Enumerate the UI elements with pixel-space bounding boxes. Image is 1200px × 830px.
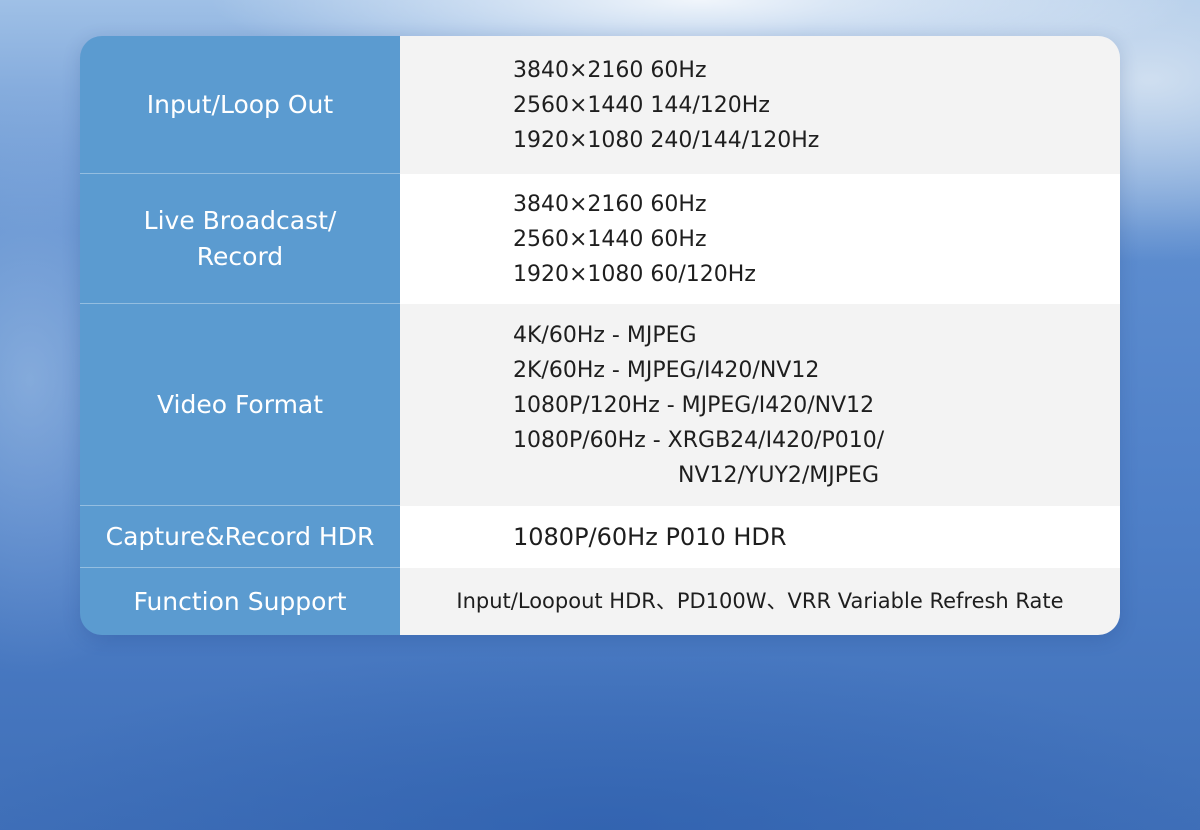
- live-broadcast-values: 3840×2160 60Hz 2560×1440 60Hz 1920×1080 …: [400, 174, 1120, 304]
- capture-hdr-label: Capture&Record HDR: [80, 506, 400, 568]
- live-broadcast-label-line1: Live Broadcast/: [143, 205, 337, 235]
- function-support-label: Function Support: [80, 568, 400, 635]
- video-format-label-text: Video Format: [156, 389, 324, 419]
- format-line: 1080P/60Hz - XRGB24/I420/P010/: [513, 427, 885, 453]
- format-line-continuation: NV12/YUY2/MJPEG: [678, 462, 879, 488]
- capture-hdr-label-text: Capture&Record HDR: [105, 521, 375, 551]
- format-line: 4K/60Hz - MJPEG: [513, 322, 697, 348]
- resolution-line: 3840×2160 60Hz: [513, 57, 707, 83]
- video-format-label: Video Format: [80, 304, 400, 506]
- resolution-line: 3840×2160 60Hz: [513, 191, 707, 217]
- resolution-line: 2560×1440 60Hz: [513, 226, 707, 252]
- resolution-line: 2560×1440 144/120Hz: [513, 92, 770, 118]
- input-loop-out-label: Input/Loop Out: [80, 36, 400, 174]
- function-support-label-text: Function Support: [133, 586, 347, 616]
- format-line: 2K/60Hz - MJPEG/I420/NV12: [513, 357, 820, 383]
- function-support-value: Input/Loopout HDR、PD100W、VRR Variable Re…: [456, 589, 1064, 613]
- resolution-line: 1920×1080 60/120Hz: [513, 261, 756, 287]
- capture-hdr-value-cell: 1080P/60Hz P010 HDR: [400, 506, 1120, 568]
- input-loop-out-values: 3840×2160 60Hz 2560×1440 144/120Hz 1920×…: [400, 36, 1120, 174]
- capture-hdr-value: 1080P/60Hz P010 HDR: [513, 522, 787, 551]
- resolution-line: 1920×1080 240/144/120Hz: [513, 127, 820, 153]
- live-broadcast-label-line2: Record: [196, 241, 284, 271]
- video-format-values: 4K/60Hz - MJPEG 2K/60Hz - MJPEG/I420/NV1…: [400, 304, 1120, 506]
- format-line: 1080P/120Hz - MJPEG/I420/NV12: [513, 392, 875, 418]
- input-loop-out-label-text: Input/Loop Out: [146, 89, 334, 119]
- specs-table: Input/Loop Out 3840×2160 60Hz 2560×1440 …: [80, 36, 1120, 635]
- live-broadcast-label: Live Broadcast/ Record: [80, 174, 400, 304]
- function-support-value-cell: Input/Loopout HDR、PD100W、VRR Variable Re…: [400, 568, 1120, 635]
